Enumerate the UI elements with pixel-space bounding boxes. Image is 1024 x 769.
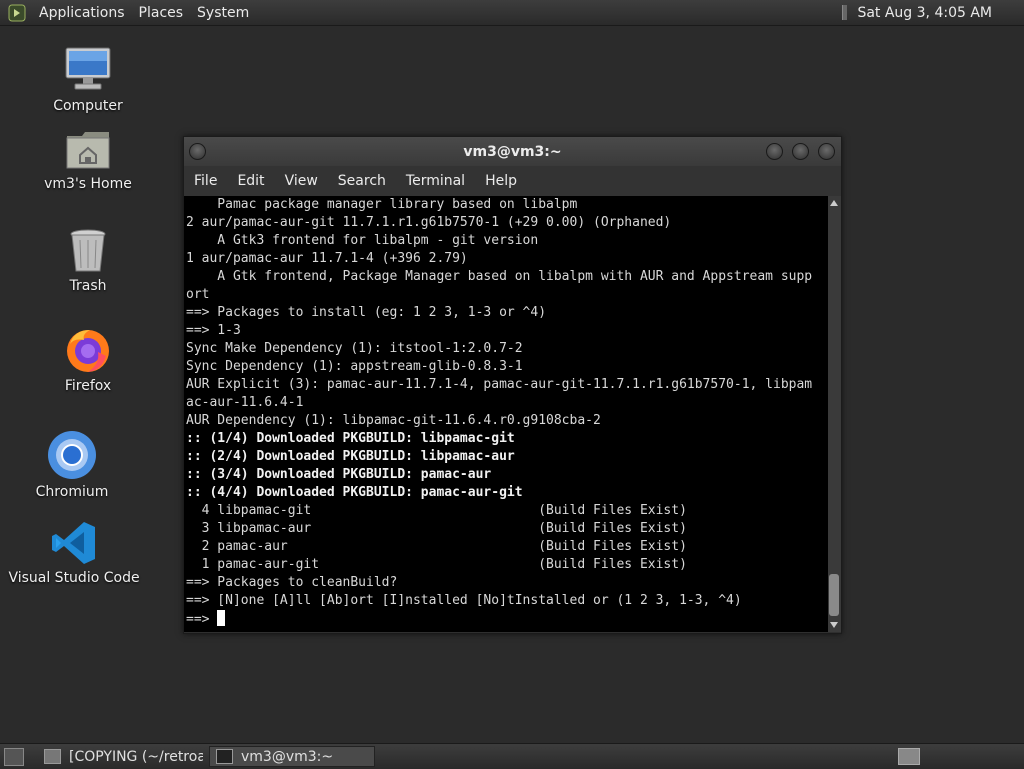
menu-system[interactable]: System <box>190 5 256 21</box>
scroll-up-arrow-icon[interactable] <box>830 200 838 206</box>
menu-places[interactable]: Places <box>132 5 191 21</box>
terminal-line: A Gtk frontend, Package Manager based on… <box>186 269 813 284</box>
taskbar-item-label: [COPYING (~/retroa... <box>69 748 203 765</box>
close-button[interactable] <box>818 143 835 160</box>
desktop-icon-chromium[interactable]: Chromium <box>36 430 108 500</box>
window-menu-icon[interactable] <box>189 143 206 160</box>
terminal-line: ==> Packages to install (eg: 1 2 3, 1-3 … <box>186 305 547 320</box>
document-icon <box>44 749 61 764</box>
show-desktop-icon[interactable] <box>4 747 24 766</box>
terminal-line: Sync Dependency (1): appstream-glib-0.8.… <box>186 359 523 374</box>
vscode-icon <box>52 522 95 564</box>
taskbar-item-label: vm3@vm3:~ <box>241 748 334 765</box>
terminal-line: AUR Dependency (1): libpamac-git-11.6.4.… <box>186 413 601 428</box>
menu-search[interactable]: Search <box>328 173 396 189</box>
terminal-line: :: (2/4) Downloaded PKGBUILD: libpamac-a… <box>186 449 515 464</box>
desktop-icon-label: Firefox <box>64 378 112 394</box>
desktop-icon-computer[interactable]: Computer <box>50 44 126 114</box>
clock-applet[interactable]: Sat Aug 3, 4:05 AM <box>842 0 1024 25</box>
text-cursor <box>217 610 226 626</box>
terminal-line: 1 pamac-aur-git (Build Files Exist) <box>186 557 687 572</box>
minimize-button[interactable] <box>766 143 783 160</box>
terminal-line: 2 pamac-aur (Build Files Exist) <box>186 539 687 554</box>
menu-terminal[interactable]: Terminal <box>396 173 475 189</box>
menu-view[interactable]: View <box>275 173 328 189</box>
trash-icon <box>70 229 106 272</box>
terminal-line: ==> 1-3 <box>186 323 241 338</box>
desktop-icon-label: Computer <box>53 98 123 114</box>
terminal-line: :: (3/4) Downloaded PKGBUILD: pamac-aur <box>186 467 492 482</box>
terminal-menubar: File Edit View Search Terminal Help <box>184 166 841 196</box>
terminal-line: ==> Packages to cleanBuild? <box>186 575 398 590</box>
workspace-switcher[interactable] <box>898 748 920 765</box>
terminal-scrollbar[interactable] <box>828 196 841 632</box>
terminal-line: Pamac package manager library based on l… <box>186 197 578 212</box>
terminal-window: vm3@vm3:~ File Edit View Search Terminal… <box>183 136 842 634</box>
taskbar-item-copying[interactable]: [COPYING (~/retroa... <box>38 746 203 767</box>
desktop-icon-label: Visual Studio Code <box>8 570 140 586</box>
home-folder-icon <box>66 132 110 169</box>
scrollbar-thumb[interactable] <box>829 574 839 616</box>
taskbar-item-terminal[interactable]: vm3@vm3:~ <box>209 746 375 767</box>
menu-file[interactable]: File <box>184 173 227 189</box>
window-title: vm3@vm3:~ <box>463 143 562 160</box>
maximize-button[interactable] <box>792 143 809 160</box>
terminal-line: 1 aur/pamac-aur 11.7.1-4 (+396 2.79) <box>186 251 468 266</box>
terminal-line: A Gtk3 frontend for libalpm - git versio… <box>186 233 539 248</box>
panel-separator <box>842 5 848 20</box>
terminal-line: 3 libpamac-aur (Build Files Exist) <box>186 521 687 536</box>
terminal-icon <box>216 749 233 764</box>
top-panel: Applications Places System Sat Aug 3, 4:… <box>0 0 1024 26</box>
window-titlebar[interactable]: vm3@vm3:~ <box>184 137 841 166</box>
terminal-line: ac-aur-11.6.4-1 <box>186 395 304 410</box>
menu-applications[interactable]: Applications <box>32 5 132 21</box>
terminal-prompt: ==> <box>186 612 218 627</box>
desktop-icon-firefox[interactable]: Firefox <box>56 326 120 394</box>
menu-edit[interactable]: Edit <box>227 173 274 189</box>
desktop-icon-label: Trash <box>69 278 107 294</box>
terminal-line: :: (1/4) Downloaded PKGBUILD: libpamac-g… <box>186 431 515 446</box>
desktop-icon-label: Chromium <box>35 484 109 500</box>
chromium-icon <box>48 431 96 479</box>
desktop-icon-label: vm3's Home <box>44 176 132 192</box>
monitor-icon <box>65 47 111 90</box>
desktop-icon-vscode[interactable]: Visual Studio Code <box>8 520 140 586</box>
terminal-line: 4 libpamac-git (Build Files Exist) <box>186 503 687 518</box>
clock-text[interactable]: Sat Aug 3, 4:05 AM <box>857 5 992 21</box>
terminal-line: :: (4/4) Downloaded PKGBUILD: pamac-aur-… <box>186 485 523 500</box>
terminal-prompt-line[interactable]: ==> <box>186 610 828 628</box>
menu-help[interactable]: Help <box>475 173 527 189</box>
desktop-icon-home[interactable]: vm3's Home <box>40 128 136 192</box>
terminal-output[interactable]: Pamac package manager library based on l… <box>184 196 828 632</box>
terminal-line: ==> [N]one [A]ll [Ab]ort [I]nstalled [No… <box>186 593 742 608</box>
firefox-icon <box>67 330 109 372</box>
terminal-line: Sync Make Dependency (1): itstool-1:2.0.… <box>186 341 523 356</box>
terminal-line: ort <box>186 287 210 302</box>
terminal-line: 2 aur/pamac-aur-git 11.7.1.r1.g61b7570-1… <box>186 215 672 230</box>
desktop-icon-trash[interactable]: Trash <box>56 228 120 294</box>
terminal-line: AUR Explicit (3): pamac-aur-11.7.1-4, pa… <box>186 377 813 392</box>
bottom-panel: [COPYING (~/retroa... vm3@vm3:~ <box>0 743 1024 769</box>
applications-logo-icon[interactable] <box>8 4 26 22</box>
scroll-down-arrow-icon[interactable] <box>830 622 838 628</box>
